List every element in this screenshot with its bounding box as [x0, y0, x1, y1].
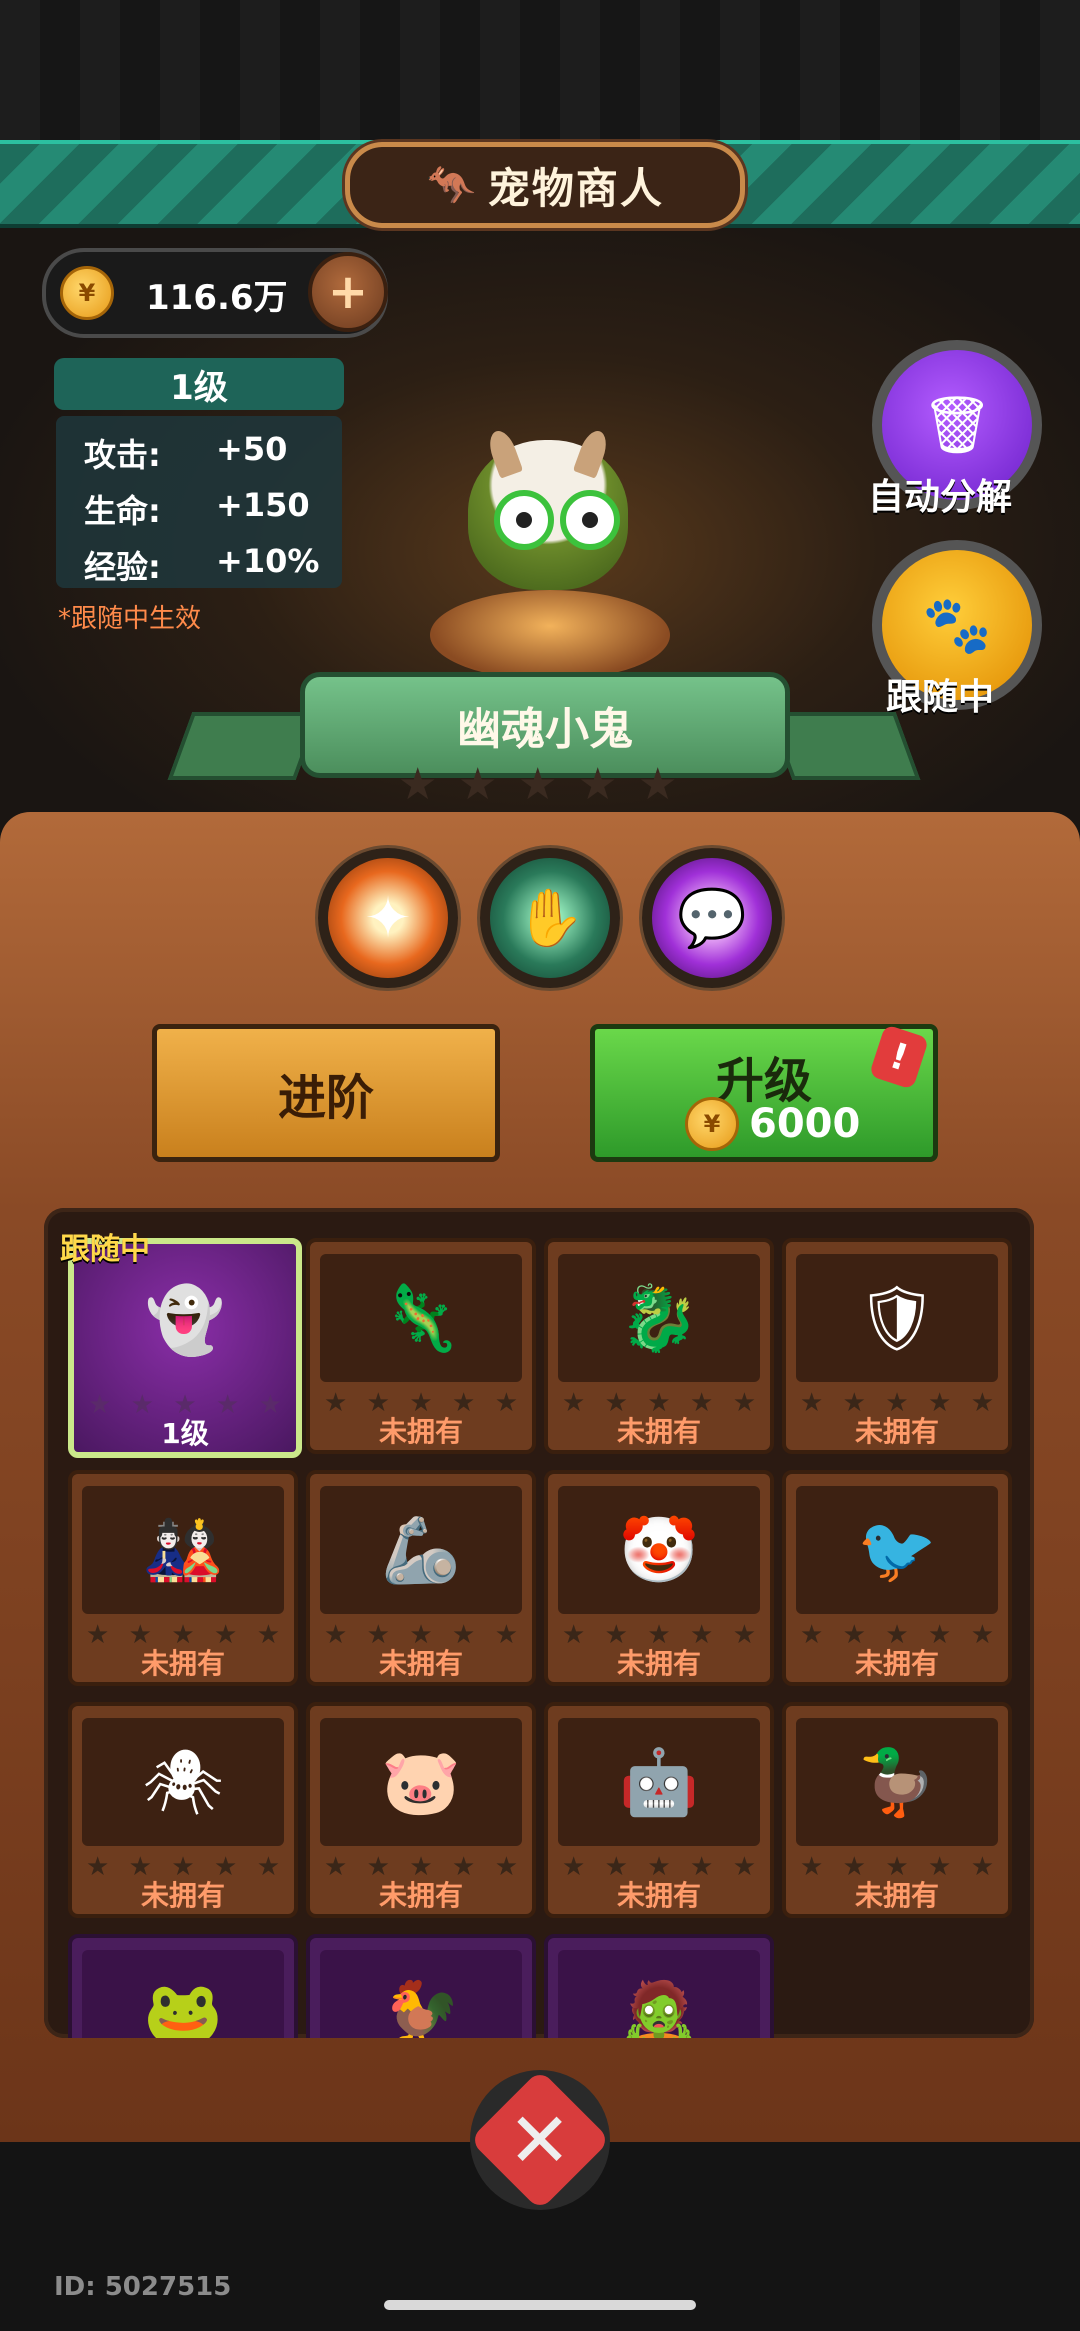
card-label: 未拥有 [854, 1415, 939, 1448]
card-label: 未拥有 [140, 1879, 225, 1912]
level-header: 1级 [54, 358, 344, 410]
star-icon: ★ [578, 759, 618, 810]
card-label: 未拥有 [854, 1647, 939, 1680]
star-icon: ★ [458, 759, 498, 810]
speech-bubble-icon: 💬 [677, 886, 747, 951]
card-label: 未拥有 [378, 1879, 463, 1912]
add-currency-button[interactable]: + [308, 252, 388, 332]
stat-value: +50 [216, 430, 288, 468]
pet-card[interactable]: 🦎 ★ ★ ★ ★ ★ 未拥有 [306, 1238, 536, 1454]
card-label: 未拥有 [140, 1647, 225, 1680]
card-label: 未拥有 [616, 1879, 701, 1912]
star-icon: ★ [398, 759, 438, 810]
plus-icon: + [327, 264, 369, 320]
pet-portrait: 🐓 [320, 1950, 522, 2038]
pet-portrait: 🛡 [796, 1254, 998, 1382]
page-title: 宠物商人 [487, 163, 664, 213]
title-plate: 🦘 宠物商人 [345, 142, 745, 228]
pet-card[interactable]: 🐓★★★★★ [306, 1934, 536, 2038]
stat-key: 经验: [84, 548, 161, 586]
close-button[interactable]: ✕ [469, 2069, 611, 2211]
stat-row-exp: 经验: +10% [56, 532, 342, 588]
pet-portrait: 🕷 [82, 1718, 284, 1846]
follow-label: 跟随中 [886, 677, 995, 718]
stats-panel: 攻击: +50 生命: +150 经验: +10% [56, 416, 342, 588]
stat-value: +150 [216, 486, 310, 524]
pet-card[interactable]: 🛡 ★ ★ ★ ★ ★ 未拥有 [782, 1238, 1012, 1454]
paw-icon: 🐾 [922, 593, 992, 658]
pet-portrait: 🧟 [558, 1950, 760, 2038]
pet-star-rating: ★ ★ ★ ★ ★ [398, 759, 678, 810]
pet-card[interactable]: 🦆 ★ ★ ★ ★ ★ 未拥有 [782, 1702, 1012, 1918]
currency-amount: 116.6万 [146, 278, 288, 318]
pet-card[interactable]: 🤖 ★ ★ ★ ★ ★ 未拥有 [544, 1702, 774, 1918]
auto-decompose-label: 自动分解 [868, 477, 1013, 518]
pet-portrait: 🐦 [796, 1486, 998, 1614]
ribbon-tail-left [167, 712, 321, 780]
stat-value: +10% [216, 542, 320, 580]
pet-card[interactable]: 🧟★★★★★ [544, 1934, 774, 2038]
ribbon-tail-right [767, 712, 921, 780]
upgrade-cost-value: 6000 [749, 1101, 861, 1147]
pet-portrait: 🦆 [796, 1718, 998, 1846]
card-label: 未拥有 [616, 1415, 701, 1448]
pet-card[interactable]: 🕷 ★ ★ ★ ★ ★ 未拥有 [68, 1702, 298, 1918]
close-icon: ✕ [508, 2095, 572, 2185]
stat-key: 攻击: [84, 436, 161, 474]
star-icon: ★ [638, 759, 678, 810]
pet-portrait: 🐸 [82, 1950, 284, 2038]
pet-portrait: 🐷 [320, 1718, 522, 1846]
skill-slot-3[interactable]: 💬 [642, 848, 782, 988]
pet-collection-grid: 👻 ★ ★ ★ ★ ★ 1级 🦎 ★ ★ ★ ★ ★ 未拥有 🐉 ★ ★ ★ ★ ★ 未拥有 🛡 ★ ★ ★ ★ ★ 未拥有 🎎 ★ ★ ★ ★… [44, 1208, 1034, 2038]
close-badge: ✕ [469, 2069, 611, 2211]
kangaroo-icon: 🦘 [426, 162, 476, 209]
card-label: 1级 [161, 1417, 209, 1450]
skill-slot-1[interactable]: ✦ [318, 848, 458, 988]
effect-note: *跟随中生效 [58, 604, 202, 634]
pet-card[interactable]: 🐦 ★ ★ ★ ★ ★ 未拥有 [782, 1470, 1012, 1686]
pet-card[interactable]: 🐉 ★ ★ ★ ★ ★ 未拥有 [544, 1238, 774, 1454]
home-indicator[interactable] [384, 2300, 696, 2310]
player-id: ID: 5027515 [54, 2272, 232, 2302]
pet-pedestal [430, 590, 670, 680]
pet-portrait: 🦾 [320, 1486, 522, 1614]
pet-portrait: 🐉 [558, 1254, 760, 1382]
pet-portrait: 🎎 [82, 1486, 284, 1614]
pet-eye-left [494, 490, 554, 550]
skill-slot-2[interactable]: ✋ [480, 848, 620, 988]
pet-card[interactable]: 🐷 ★ ★ ★ ★ ★ 未拥有 [306, 1702, 536, 1918]
pet-card[interactable]: 👻 ★ ★ ★ ★ ★ 1级 [68, 1238, 302, 1458]
top-backdrop [0, 0, 1080, 145]
claw-icon: ✋ [515, 886, 585, 951]
stat-row-attack: 攻击: +50 [56, 420, 342, 476]
pet-eye-right [560, 490, 620, 550]
following-tag: 跟随中 [60, 1232, 150, 1267]
pet-card[interactable]: 🐸★★★★★ [68, 1934, 298, 2038]
star-icon: ★ [518, 759, 558, 810]
bag-icon: 🗑 [921, 393, 993, 458]
card-label: 未拥有 [854, 1879, 939, 1912]
card-label: 未拥有 [378, 1415, 463, 1448]
stat-key: 生命: [84, 492, 161, 530]
upgrade-cost: ¥ 6000 [685, 1097, 860, 1151]
card-label: 未拥有 [616, 1647, 701, 1680]
coin-icon: ¥ [685, 1097, 739, 1151]
coin-icon: ¥ [60, 266, 114, 320]
advance-button[interactable]: 进阶 [152, 1024, 500, 1162]
stat-row-health: 生命: +150 [56, 476, 342, 532]
pet-card[interactable]: 🎎 ★ ★ ★ ★ ★ 未拥有 [68, 1470, 298, 1686]
pet-portrait: 👻 [145, 1283, 225, 1358]
card-label: 未拥有 [378, 1647, 463, 1680]
pet-portrait: 🦎 [320, 1254, 522, 1382]
pet-portrait: 🤡 [558, 1486, 760, 1614]
sparkle-icon: ✦ [364, 885, 412, 951]
pet-portrait: 🤖 [558, 1718, 760, 1846]
pet-card[interactable]: 🤡 ★ ★ ★ ★ ★ 未拥有 [544, 1470, 774, 1686]
pet-card[interactable]: 🦾 ★ ★ ★ ★ ★ 未拥有 [306, 1470, 536, 1686]
